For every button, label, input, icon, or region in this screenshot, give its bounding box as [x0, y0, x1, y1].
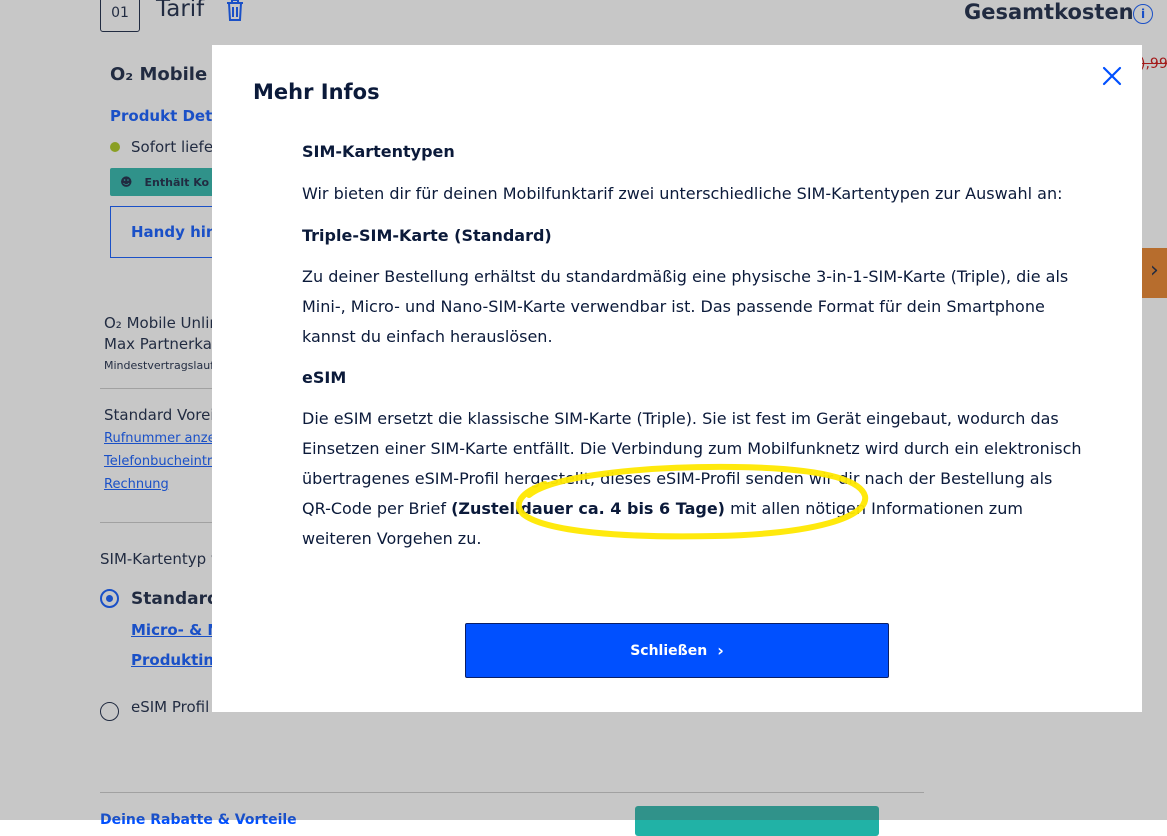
heading-sim-types: SIM-Kartentypen	[302, 142, 455, 161]
triple-sim-text: Zu deiner Bestellung erhältst du standar…	[302, 267, 1069, 346]
heading-esim: eSIM	[302, 368, 347, 387]
close-button-label: Schließen	[630, 642, 708, 659]
modal-content: SIM-Kartentypen Wir bieten dir für deine…	[302, 137, 1082, 554]
intro-text: Wir bieten dir für deinen Mobilfunktarif…	[302, 184, 1063, 203]
esim-text: Die eSIM ersetzt die klassische SIM-Kart…	[302, 404, 1082, 554]
heading-triple-sim: Triple-SIM-Karte (Standard)	[302, 226, 552, 245]
info-modal: Mehr Infos SIM-Kartentypen Wir bieten di…	[212, 45, 1142, 712]
delivery-time: (Zustelldauer ca. 4 bis 6 Tage)	[451, 499, 725, 518]
close-icon[interactable]	[1101, 65, 1123, 87]
modal-title: Mehr Infos	[253, 80, 380, 104]
close-button[interactable]: Schließen ›	[465, 623, 889, 678]
chevron-right-icon: ›	[717, 641, 724, 660]
